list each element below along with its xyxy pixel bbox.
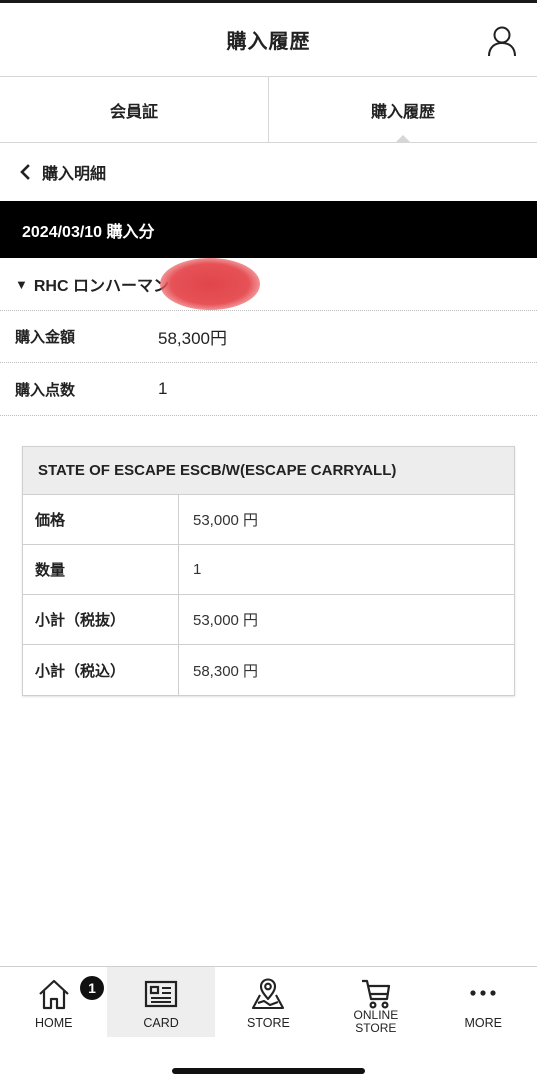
purchase-count-row: 購入点数 1 [0, 363, 537, 416]
triangle-down-icon: ▼ [15, 276, 28, 292]
bottom-tab-bar: 1 HOME CARD STORE ONLINE STORE MORE [0, 966, 537, 1038]
tab-more[interactable]: MORE [430, 967, 537, 1037]
back-label: 購入明細 [42, 166, 107, 183]
tab-purchase-history[interactable]: 購入履歴 [268, 77, 537, 143]
home-icon [36, 977, 72, 1011]
tab-member-card[interactable]: 会員証 [0, 77, 268, 142]
subtotal-incl-tax-value: 58,300 円 [193, 662, 259, 680]
tab-online-store-label: ONLINE STORE [322, 1009, 429, 1035]
subtotal-incl-tax-label: 小計（税込） [23, 645, 179, 695]
purchase-count-value: 1 [158, 379, 168, 398]
tab-home[interactable]: 1 HOME [0, 967, 107, 1037]
tab-online-store-label-line2: STORE [355, 1021, 397, 1035]
map-pin-icon [250, 977, 286, 1011]
item-detail-table: STATE OF ESCAPE ESCB/W(ESCAPE CARRYALL) … [22, 446, 515, 696]
price-label: 価格 [23, 495, 179, 544]
purchase-count-label: 購入点数 [15, 381, 76, 399]
tab-label: 購入履歴 [370, 103, 435, 121]
active-tab-caret-icon [395, 135, 411, 143]
home-indicator[interactable] [172, 1068, 365, 1074]
tab-card-label: CARD [143, 1016, 179, 1030]
tab-store-label: STORE [247, 1016, 290, 1030]
table-row: 数量 1 [23, 545, 514, 595]
purchase-amount-row: 購入金額 58,300円 [0, 311, 537, 363]
table-row: 小計（税込） 58,300 円 [23, 645, 514, 695]
subtotal-excl-tax-value: 53,000 円 [193, 612, 259, 629]
cart-icon [358, 977, 394, 1011]
purchase-date-bar: 2024/03/10 購入分 [0, 201, 537, 258]
more-icon [465, 977, 501, 1011]
card-icon [143, 977, 179, 1011]
purchase-amount-value: 58,300円 [158, 329, 227, 348]
app-header: 購入履歴 [0, 3, 537, 77]
quantity-value: 1 [193, 561, 202, 578]
redaction-mark [160, 258, 260, 310]
user-icon[interactable] [487, 25, 517, 57]
tab-card[interactable]: CARD [107, 967, 215, 1037]
page-title: 購入履歴 [226, 31, 311, 53]
back-link[interactable]: 購入明細 [0, 143, 537, 201]
subtotal-excl-tax-label: 小計（税抜） [23, 595, 179, 644]
price-value: 53,000 円 [193, 512, 259, 529]
home-badge: 1 [80, 976, 104, 1000]
tab-online-store[interactable]: ONLINE STORE [322, 967, 429, 1037]
chevron-left-icon [18, 164, 32, 180]
quantity-label: 数量 [23, 545, 179, 594]
store-name: RHC ロンハーマン [33, 278, 169, 295]
tab-home-label: HOME [34, 1016, 73, 1030]
table-row: 小計（税抜） 53,000 円 [23, 595, 514, 645]
tab-store[interactable]: STORE [215, 967, 322, 1037]
item-name: STATE OF ESCAPE ESCB/W(ESCAPE CARRYALL) [23, 447, 514, 495]
store-row[interactable]: ▼ RHC ロンハーマン [0, 258, 537, 311]
tab-more-label: MORE [464, 1016, 503, 1030]
purchase-amount-label: 購入金額 [15, 329, 76, 346]
tab-label: 会員証 [109, 103, 158, 121]
tab-bar-top: 会員証 購入履歴 [0, 77, 537, 143]
table-row: 価格 53,000 円 [23, 495, 514, 545]
tab-online-store-label-line1: ONLINE [353, 1008, 399, 1022]
